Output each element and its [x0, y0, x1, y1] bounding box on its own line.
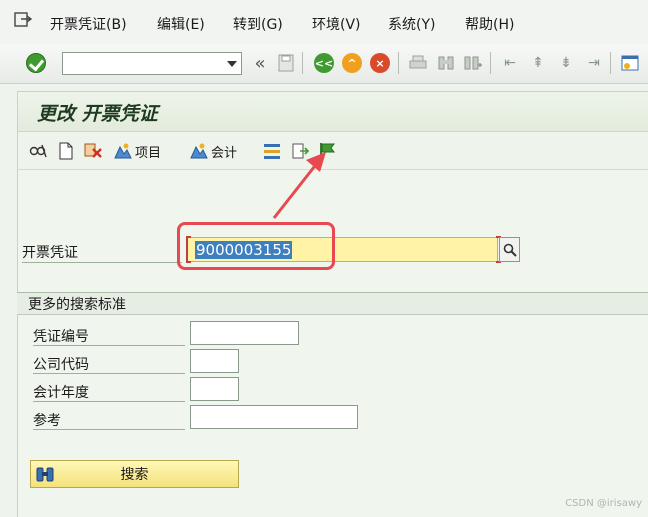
menu-system[interactable]: 系统(Y): [388, 14, 435, 34]
standard-toolbar: « << ^ × ⇤ ⇞ ⇟ ⇥: [0, 44, 648, 84]
document-number-input[interactable]: [190, 321, 299, 345]
accounting-icon: [190, 143, 208, 159]
billing-document-label: 开票凭证: [22, 245, 78, 261]
display-change-icon[interactable]: [28, 140, 48, 162]
reference-input[interactable]: [190, 405, 358, 429]
company-code-label: 公司代码: [33, 357, 89, 373]
watermark: CSDN @irisawy: [565, 498, 642, 509]
page-title: 更改 开票凭证: [37, 103, 158, 125]
label-underline: [33, 401, 185, 402]
menu-bar: 开票凭证(B) 编辑(E) 转到(G) 环境(V) 系统(Y) 帮助(H): [0, 0, 648, 44]
find-icon[interactable]: [436, 53, 456, 73]
document-icon[interactable]: [57, 140, 75, 162]
items-icon: [114, 143, 132, 159]
menu-help[interactable]: 帮助(H): [465, 14, 514, 34]
menu-billing-document[interactable]: 开票凭证(B): [50, 14, 127, 34]
fiscal-year-label: 会计年度: [33, 385, 89, 401]
annotation-arrow-icon: [272, 152, 326, 219]
label-underline: [33, 429, 185, 430]
back-icon[interactable]: <<: [314, 53, 334, 73]
exit-icon[interactable]: ^: [342, 53, 362, 73]
group-title: 更多的搜索标准: [17, 293, 648, 315]
history-back-icon[interactable]: «: [250, 53, 270, 74]
label-underline: [33, 373, 185, 374]
magnifier-icon: [503, 243, 517, 257]
title-bar: 更改 开票凭证: [18, 92, 648, 132]
toolbar-separator: [490, 52, 491, 74]
ok-icon[interactable]: [26, 53, 46, 73]
save-icon[interactable]: [276, 53, 296, 73]
menu-goto[interactable]: 转到(G): [233, 14, 283, 34]
label-underline: [33, 345, 185, 346]
find-next-icon[interactable]: [463, 53, 483, 73]
toolbar-separator: [610, 52, 611, 74]
accounting-button[interactable]: 会计: [190, 140, 237, 162]
menu-exit-icon[interactable]: [14, 12, 32, 28]
search-button[interactable]: 搜索: [30, 460, 239, 488]
label-underline: [22, 262, 182, 263]
fiscal-year-input[interactable]: [190, 377, 239, 401]
toolbar-separator: [398, 52, 399, 74]
first-page-icon[interactable]: ⇤: [500, 53, 520, 73]
menu-environment[interactable]: 环境(V): [312, 14, 361, 34]
search-help-button[interactable]: [499, 237, 520, 262]
cancel-icon[interactable]: ×: [370, 53, 390, 73]
menu-edit[interactable]: 编辑(E): [157, 14, 205, 34]
cancel-document-icon[interactable]: [83, 140, 105, 162]
new-session-icon[interactable]: [620, 53, 640, 73]
next-page-icon[interactable]: ⇟: [556, 53, 576, 73]
last-page-icon[interactable]: ⇥: [584, 53, 604, 73]
toolbar-separator: [302, 52, 303, 74]
items-button[interactable]: 项目: [114, 140, 161, 162]
command-field[interactable]: [62, 52, 242, 75]
dropdown-icon[interactable]: [227, 61, 237, 67]
reference-label: 参考: [33, 413, 61, 429]
company-code-input[interactable]: [190, 349, 239, 373]
prev-page-icon[interactable]: ⇞: [528, 53, 548, 73]
print-icon[interactable]: [408, 53, 428, 73]
document-number-label: 凭证编号: [33, 329, 89, 345]
